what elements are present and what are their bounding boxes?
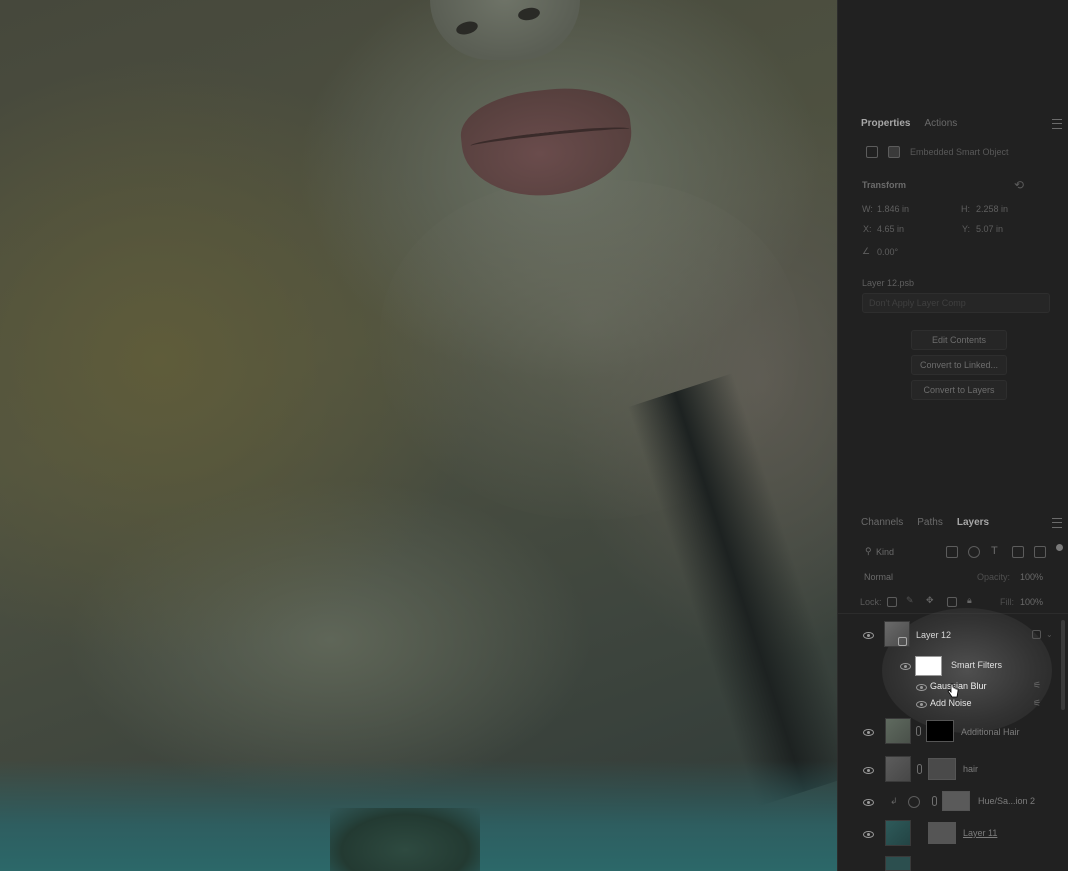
hue-sat-name[interactable]: Hue/Sa...ion 2	[978, 796, 1035, 806]
blend-mode-dropdown[interactable]: Normal	[864, 572, 893, 582]
properties-menu-icon[interactable]	[1052, 119, 1062, 129]
filter-smart-object-icon[interactable]	[1034, 546, 1046, 558]
necklace-detail	[330, 808, 480, 871]
filter-type-icon[interactable]: T	[991, 545, 998, 557]
smart-object-type-icon	[866, 146, 878, 158]
properties-tab-bar: Properties Actions	[837, 111, 1068, 135]
additional-hair-thumbnail[interactable]	[885, 718, 911, 744]
edit-contents-button[interactable]: Edit Contents	[911, 330, 1007, 350]
hue-sat-link-icon[interactable]	[932, 796, 937, 806]
hue-sat-mask[interactable]	[942, 791, 970, 811]
angle-field[interactable]: 0.00°	[877, 247, 898, 257]
add-noise-options-icon[interactable]: ⚟	[1033, 698, 1041, 709]
layer11-name[interactable]: Layer 11	[963, 828, 997, 838]
reset-transform-icon[interactable]: ⟲	[1014, 178, 1024, 192]
hue-sat-visibility-icon[interactable]	[863, 799, 874, 806]
fill-label: Fill:	[1000, 597, 1014, 607]
angle-icon: ∠	[862, 246, 871, 256]
additional-hair-mask[interactable]	[926, 720, 954, 742]
hand-cursor-icon	[947, 683, 959, 698]
layer12-name[interactable]: Layer 12	[916, 630, 951, 640]
dark-strap	[627, 373, 837, 807]
smart-filters-label[interactable]: Smart Filters	[951, 660, 1002, 670]
lock-label: Lock:	[860, 597, 882, 607]
layer-comp-dropdown[interactable]: Don't Apply Layer Comp	[862, 293, 1050, 313]
layers-menu-icon[interactable]	[1052, 518, 1062, 528]
additional-hair-name[interactable]: Additional Hair	[961, 727, 1020, 737]
smart-filter-indicator-icon	[1032, 630, 1041, 639]
lock-artboard-icon[interactable]	[947, 597, 957, 607]
x-field[interactable]: 4.65 in	[877, 224, 904, 234]
y-field[interactable]: 5.07 in	[976, 224, 1003, 234]
clipping-arrow-icon: ↲	[890, 796, 898, 806]
hair-visibility-icon[interactable]	[863, 767, 874, 774]
w-label: W:	[862, 204, 873, 214]
smart-filters-mask[interactable]	[915, 656, 942, 676]
add-noise-filter[interactable]: Add Noise	[930, 698, 972, 708]
filter-search-icon: ⚲	[865, 546, 872, 556]
lock-all-icon[interactable]: 🔒︎	[967, 595, 972, 606]
filter-toggle-icon[interactable]	[1056, 544, 1063, 551]
filter-shape-icon[interactable]	[1012, 546, 1024, 558]
smart-filters-visibility-icon[interactable]	[900, 663, 911, 670]
w-field[interactable]: 1.846 in	[877, 204, 909, 214]
x-label: X:	[863, 224, 872, 234]
lock-position-icon[interactable]: ✥	[926, 595, 934, 606]
additional-hair-visibility-icon[interactable]	[863, 729, 874, 736]
opacity-field[interactable]: 100%	[1020, 572, 1043, 582]
gaussian-blur-options-icon[interactable]: ⚟	[1033, 680, 1041, 691]
layers-tab-bar: Channels Paths Layers	[837, 510, 1068, 534]
document-canvas[interactable]	[0, 0, 837, 871]
hair-name[interactable]: hair	[963, 764, 978, 774]
nose	[430, 0, 580, 60]
next-layer-thumbnail[interactable]	[885, 856, 911, 871]
smart-object-badge-icon	[898, 637, 907, 646]
hair-mask[interactable]	[928, 758, 956, 780]
convert-to-linked-button[interactable]: Convert to Linked...	[911, 355, 1007, 375]
hair-thumbnail[interactable]	[885, 756, 911, 782]
gaussian-blur-visibility-icon[interactable]	[916, 684, 927, 691]
additional-hair-link-icon[interactable]	[916, 726, 921, 736]
opacity-label: Opacity:	[977, 572, 1011, 582]
tab-channels[interactable]: Channels	[861, 517, 903, 528]
smart-object-filename[interactable]: Layer 12.psb	[862, 278, 914, 288]
lock-transparent-icon[interactable]	[887, 597, 897, 607]
filter-adjustment-icon[interactable]	[968, 546, 980, 558]
layer12-visibility-icon[interactable]	[863, 632, 874, 639]
h-label: H:	[961, 204, 970, 214]
transform-heading: Transform	[862, 180, 907, 190]
filter-pixel-icon[interactable]	[946, 546, 958, 558]
y-label: Y:	[962, 224, 971, 234]
layer11-visibility-icon[interactable]	[863, 831, 874, 838]
fill-field[interactable]: 100%	[1020, 597, 1043, 607]
tab-layers[interactable]: Layers	[957, 517, 989, 528]
hair-link-icon[interactable]	[917, 764, 922, 774]
convert-to-layers-button[interactable]: Convert to Layers	[911, 380, 1007, 400]
h-field[interactable]: 2.258 in	[976, 204, 1008, 214]
expand-chevron-icon[interactable]: ⌄	[1046, 630, 1053, 639]
layer11-thumbnail[interactable]	[885, 820, 911, 846]
add-noise-visibility-icon[interactable]	[916, 701, 927, 708]
tab-actions[interactable]: Actions	[924, 118, 957, 129]
tab-paths[interactable]: Paths	[917, 517, 943, 528]
tab-properties[interactable]: Properties	[861, 118, 910, 129]
adjustment-layer-icon[interactable]	[908, 796, 920, 808]
layer11-mask[interactable]	[928, 822, 956, 844]
embedded-icon	[888, 146, 900, 158]
object-type-label: Embedded Smart Object	[910, 147, 1009, 157]
layers-scrollbar[interactable]	[1061, 620, 1065, 710]
filter-kind-dropdown[interactable]: Kind	[876, 547, 894, 557]
lock-pixels-icon[interactable]: ✎	[906, 595, 914, 606]
